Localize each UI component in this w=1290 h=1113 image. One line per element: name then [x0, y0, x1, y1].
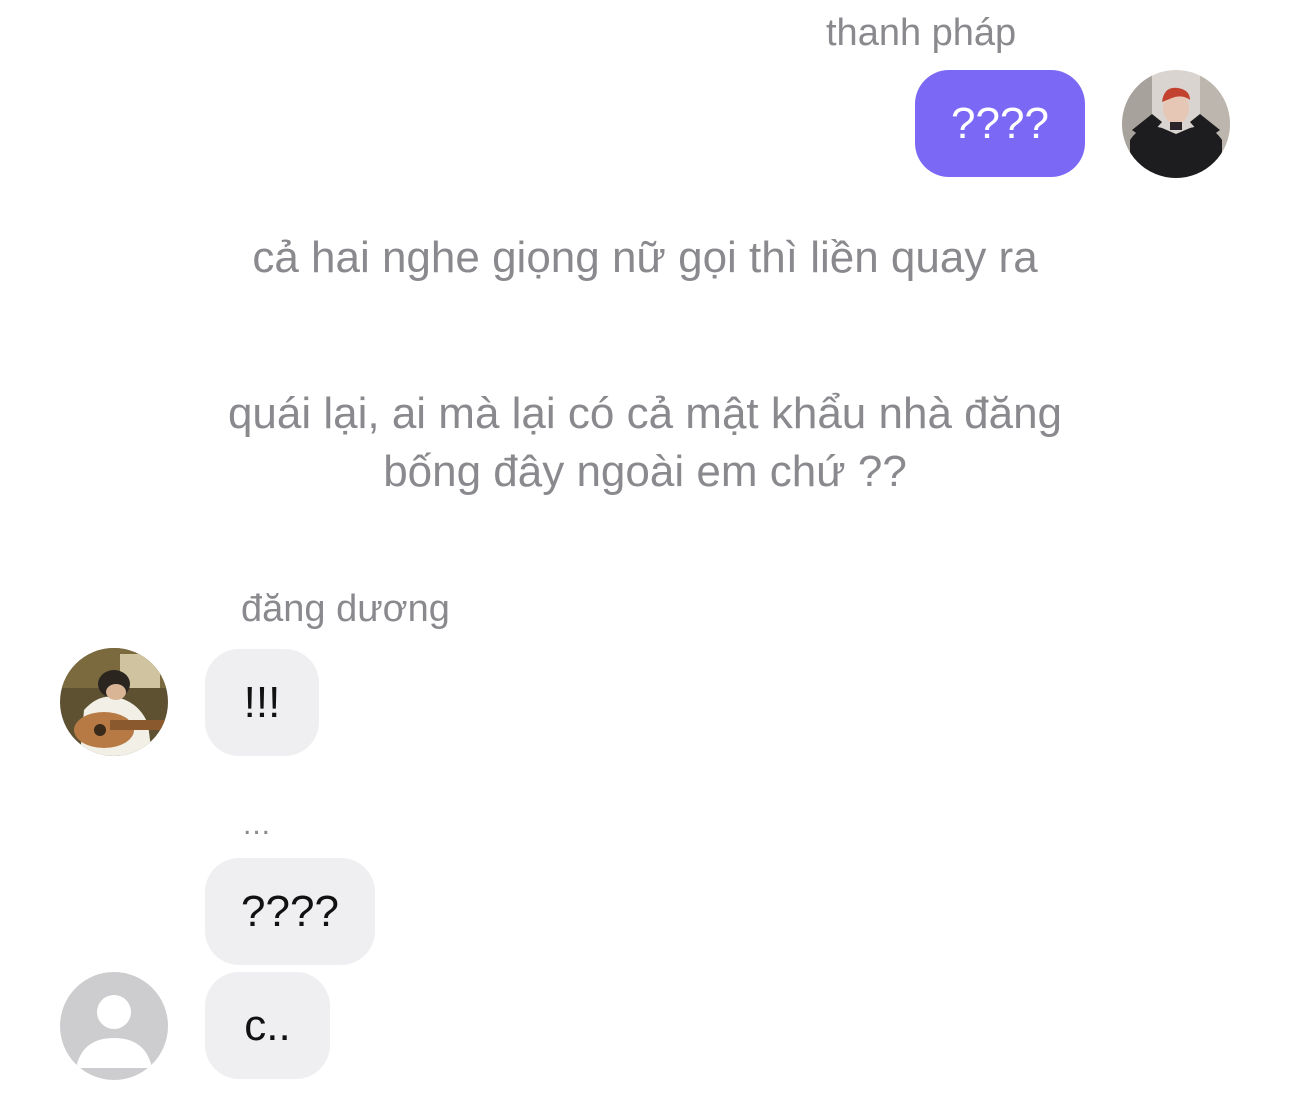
narration-line: quái lại, ai mà lại có cả mật khẩu nhà đ… — [227, 389, 1063, 438]
avatar-dang-duong[interactable] — [60, 648, 168, 756]
avatar-thanh-phap[interactable] — [1122, 70, 1230, 178]
message-text: c.. — [244, 1000, 291, 1050]
person-silhouette-icon — [60, 972, 168, 1080]
message-text: !!! — [243, 677, 281, 727]
avatar-default[interactable] — [60, 972, 168, 1080]
narration-block: quái lại, ai mà lại có cả mật khẩu nhà đ… — [0, 385, 1290, 501]
sender-name-dang-duong: đăng dương — [241, 588, 450, 630]
message-bubble-outgoing[interactable]: ???? — [915, 70, 1085, 177]
narration-line: bống đây ngoài em chứ ?? — [383, 447, 907, 496]
message-bubble-incoming[interactable]: c.. — [205, 972, 330, 1079]
ellipsis-text: ... — [243, 808, 272, 841]
message-text: ???? — [241, 886, 339, 936]
narration-text: cả hai nghe giọng nữ gọi thì liền quay r… — [252, 233, 1038, 282]
message-bubble-incoming[interactable]: !!! — [205, 649, 319, 756]
sender-name-thanh-phap: thanh pháp — [826, 12, 1017, 54]
message-text: ???? — [951, 98, 1049, 148]
message-bubble-incoming[interactable]: ???? — [205, 858, 375, 965]
